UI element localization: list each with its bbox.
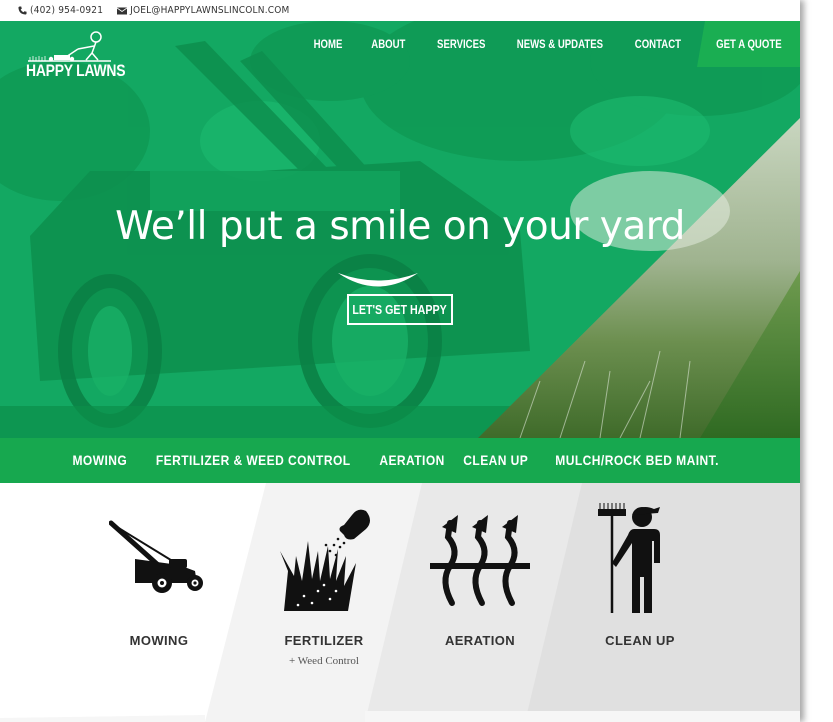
smile-icon (338, 273, 418, 287)
get-a-quote-button[interactable]: GET A QUOTE (697, 21, 800, 67)
nav-about[interactable]: ABOUT (372, 37, 406, 51)
service-label: AERATION (444, 633, 516, 648)
service-label: FERTILIZER (284, 633, 364, 648)
hero-headline: We’ll put a smile on your yard (115, 204, 685, 249)
strip-clean-up[interactable]: CLEAN UP (463, 452, 528, 468)
rake-worker-icon (598, 503, 660, 613)
phone-icon (18, 6, 27, 15)
nav-contact[interactable]: CONTACT (635, 37, 681, 51)
hero-section: HAPPY LAWNS HOME ABOUT SERVICES NEWS & U… (0, 21, 800, 438)
phone-number: (402) 954-0921 (30, 5, 104, 16)
nav-news-updates[interactable]: NEWS & UPDATES (517, 37, 603, 51)
email-link[interactable]: JOEL@HAPPYLAWNSLINCOLN.COM (117, 5, 289, 16)
cta-label: LET'S GET HAPPY (352, 302, 448, 317)
strip-mowing[interactable]: MOWING (73, 452, 128, 468)
brand-name: HAPPY LAWNS (26, 61, 126, 80)
main-nav: HOME ABOUT SERVICES NEWS & UPDATES CONTA… (303, 21, 697, 67)
service-sublabel: + Weed Control (289, 655, 359, 667)
nav-services[interactable]: SERVICES (437, 37, 485, 51)
phone-link[interactable]: (402) 954-0921 (18, 5, 103, 16)
aeration-icon (430, 515, 530, 606)
get-a-quote-label[interactable]: GET A QUOTE (716, 37, 781, 51)
envelope-icon (117, 7, 128, 14)
contact-bar: (402) 954-0921 JOEL@HAPPYLAWNSLINCOLN.CO… (0, 0, 800, 21)
nav-home[interactable]: HOME (314, 37, 343, 51)
services-section: MOWING FERTILIZER + Weed Control AERATIO… (0, 483, 800, 722)
service-label: CLEAN UP (605, 633, 675, 648)
services-nav-strip: MOWING FERTILIZER & WEED CONTROL AERATIO… (0, 438, 800, 483)
strip-mulch-rock-bed[interactable]: MULCH/ROCK BED MAINT. (555, 452, 719, 468)
page: (402) 954-0921 JOEL@HAPPYLAWNSLINCOLN.CO… (0, 0, 800, 722)
strip-fertilizer-weed-control[interactable]: FERTILIZER & WEED CONTROL (156, 452, 351, 468)
service-label: MOWING (129, 633, 189, 648)
lets-get-happy-button[interactable]: LET'S GET HAPPY (347, 294, 453, 325)
strip-aeration[interactable]: AERATION (379, 452, 444, 468)
fertilizer-icon (280, 509, 370, 611)
email-address: JOEL@HAPPYLAWNSLINCOLN.COM (130, 5, 290, 16)
lawnmower-icon (109, 520, 203, 593)
